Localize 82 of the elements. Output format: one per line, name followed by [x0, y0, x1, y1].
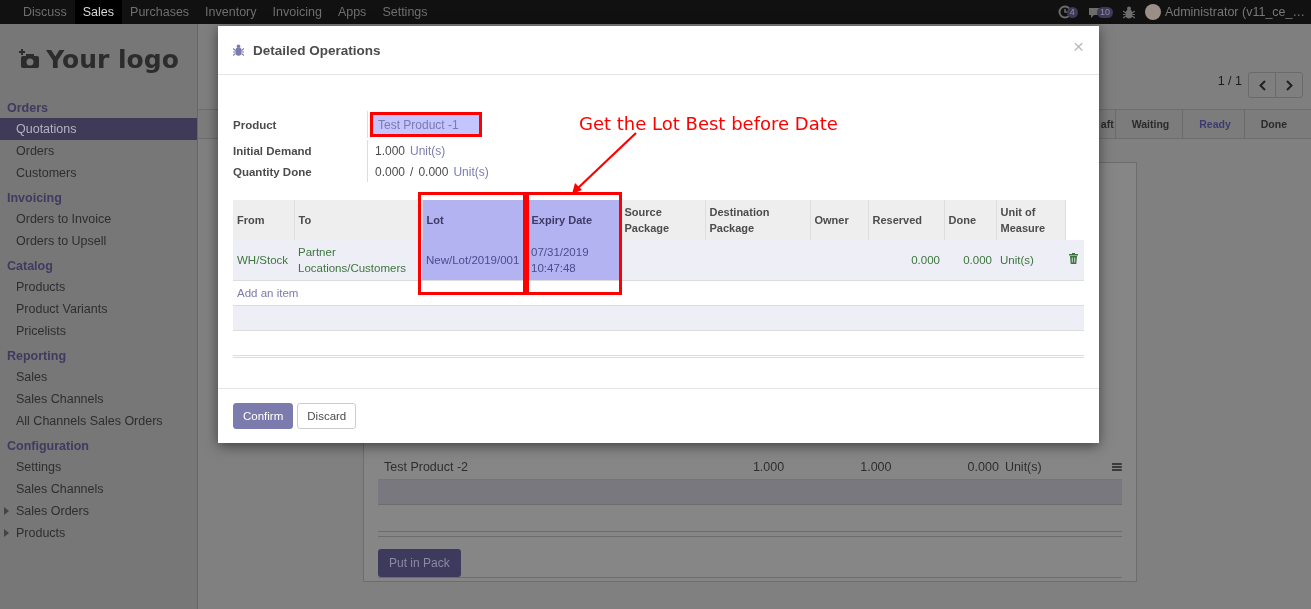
menu-item[interactable]: Invoicing	[264, 0, 330, 24]
table-cell: 0.000	[868, 240, 944, 281]
activity-count-badge: 4	[1066, 6, 1078, 18]
menu-item[interactable]: Sales	[74, 0, 123, 24]
menu-item[interactable]: Inventory	[197, 0, 265, 24]
menu-item[interactable]: Settings	[374, 0, 436, 24]
field-label: Initial Demand	[233, 140, 368, 161]
sidebar-item[interactable]: Sales Orders	[0, 500, 197, 522]
field-value: 0.000	[375, 164, 406, 179]
table-cell: Partner Locations/Customers	[294, 240, 422, 281]
sidebar-item[interactable]: Orders to Invoice	[0, 208, 197, 230]
bug-icon	[233, 44, 244, 56]
column-header[interactable]: Source Package	[620, 200, 705, 240]
message-count-badge: 10	[1096, 6, 1113, 18]
sidebar-item[interactable]: Sales Channels	[0, 388, 197, 410]
sidebar-item[interactable]: Products	[0, 276, 197, 298]
table-cell-text: 0.000	[966, 460, 999, 474]
section-heading: Configuration	[6, 438, 90, 455]
sidebar-item[interactable]: Orders to Upsell	[0, 230, 197, 252]
section-heading: Catalog	[6, 258, 54, 275]
confirm-button[interactable]: Confirm	[233, 403, 294, 429]
field-value: 0.000	[418, 164, 449, 179]
table-cell-text: 1.000	[751, 460, 785, 474]
sidebar-item[interactable]: Pricelists	[0, 320, 197, 342]
table-cell: 0.000	[944, 240, 996, 281]
column-header[interactable]: Owner	[810, 200, 868, 240]
menu-item[interactable]: Apps	[329, 0, 375, 24]
camera-icon	[18, 49, 41, 69]
table-cell-text: 1.000	[859, 460, 892, 474]
field-link[interactable]: Unit(s)	[453, 164, 489, 179]
field-link[interactable]: Unit(s)	[410, 143, 446, 158]
column-header[interactable]: Unit of Measure	[996, 200, 1065, 240]
sidebar-item[interactable]: Products	[0, 522, 197, 544]
logo-text: Your logo	[46, 44, 179, 74]
annotation-arrow	[572, 132, 637, 194]
discard-button[interactable]: Discard	[297, 403, 357, 429]
column-header[interactable]: Expiry Date	[527, 200, 620, 240]
dialog-title: Detailed Operations	[253, 42, 382, 58]
field-value: 1.000	[375, 143, 406, 158]
field-label: Quantity Done	[233, 161, 368, 182]
list-icon	[1112, 463, 1122, 471]
column-header[interactable]: From	[233, 200, 294, 240]
sidebar-item[interactable]: Customers	[0, 162, 197, 184]
status-stage[interactable]: Done	[1243, 110, 1300, 138]
table-cell-text: Unit(s)	[1003, 460, 1043, 474]
chevron-right-icon	[1285, 79, 1293, 91]
close-button[interactable]: ×	[1072, 36, 1084, 56]
menu-item[interactable]: Purchases	[122, 0, 198, 24]
sidebar-item[interactable]: Sales	[0, 366, 197, 388]
table-cell-text: Test Product -2	[384, 460, 470, 474]
avatar[interactable]	[1144, 4, 1161, 20]
bug-icon	[1122, 5, 1135, 19]
sidebar-item[interactable]: Orders	[0, 140, 197, 162]
sidebar-item[interactable]: All Channels Sales Orders	[0, 410, 197, 432]
add-item-link[interactable]: Add an item	[237, 287, 299, 299]
section-heading: Invoicing	[6, 190, 63, 207]
sidebar-item[interactable]: Product Variants	[0, 298, 197, 320]
status-stage[interactable]: Ready	[1182, 110, 1244, 138]
field-label: Product	[233, 111, 368, 138]
section-heading: Orders	[6, 100, 49, 117]
put-in-pack-button[interactable]: Put in Pack	[378, 549, 461, 577]
field-link[interactable]: Test Product -1	[378, 117, 459, 132]
activity-icon	[1057, 5, 1072, 19]
user-name[interactable]: Administrator (v11_ce_…	[1164, 5, 1305, 19]
field-value: /	[410, 164, 414, 179]
table-cell: WH/Stock	[233, 240, 294, 281]
table-cell: 07/31/2019 10:47:48	[527, 240, 620, 281]
chevron-left-icon	[1258, 79, 1266, 91]
column-header[interactable]: Done	[944, 200, 996, 240]
trash-icon	[1069, 253, 1078, 264]
sidebar-item[interactable]: Sales Channels	[0, 478, 197, 500]
column-header[interactable]: Reserved	[868, 200, 944, 240]
menu-item[interactable]: Discuss	[15, 0, 75, 24]
pager-count: 1 / 1	[1217, 74, 1242, 88]
annotation-text: Get the Lot Best before Date	[579, 113, 838, 134]
sidebar-item[interactable]: Quotations	[0, 118, 197, 140]
status-stage[interactable]: Waiting	[1114, 110, 1183, 138]
column-header[interactable]: To	[294, 200, 422, 240]
column-header[interactable]: Destination Package	[705, 200, 810, 240]
table-cell: Unit(s)	[996, 240, 1065, 281]
section-heading: Reporting	[6, 348, 68, 365]
sidebar-item[interactable]: Settings	[0, 456, 197, 478]
